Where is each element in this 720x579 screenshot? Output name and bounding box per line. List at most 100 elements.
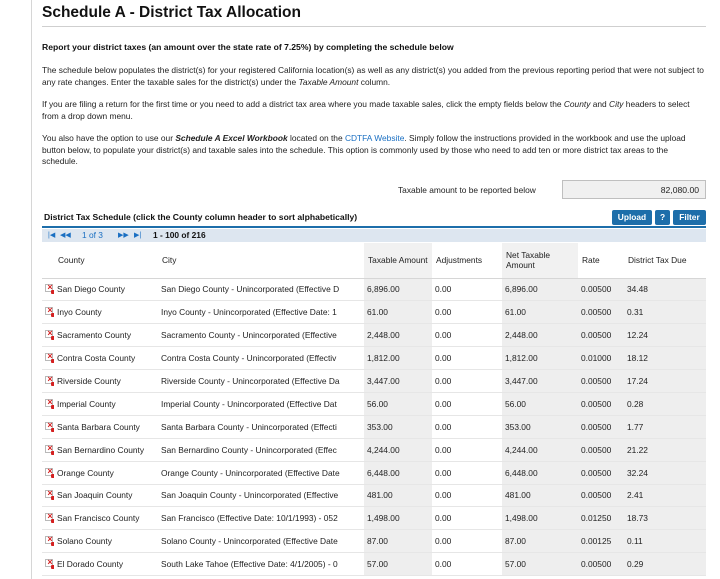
taxable-amount-cell[interactable]: 6,448.00 (364, 461, 432, 485)
city-cell[interactable]: San Diego County - Unincorporated (Effec… (158, 278, 364, 302)
rate-cell: 0.00500 (578, 552, 624, 577)
city-cell[interactable]: San Francisco (Effective Date: 10/1/1993… (158, 506, 364, 531)
adjustments-cell[interactable]: 0.00 (432, 438, 502, 462)
county-cell[interactable]: Inyo County (54, 300, 158, 325)
adjustments-cell[interactable]: 0.00 (432, 506, 502, 531)
county-cell[interactable]: San Joaquin County (54, 484, 158, 508)
taxable-amount-cell[interactable]: 353.00 (364, 415, 432, 439)
column-header-county[interactable]: County (54, 243, 158, 279)
county-cell[interactable]: Orange County (54, 461, 158, 485)
district-tax-due-cell: 0.31 (624, 300, 706, 325)
adjustments-cell[interactable]: 0.00 (432, 484, 502, 508)
city-cell[interactable]: Solano County - Unincorporated (Effectiv… (158, 529, 364, 554)
table-row: San Francisco CountySan Francisco (Effec… (42, 506, 706, 531)
adjustments-cell[interactable]: 0.00 (432, 369, 502, 393)
county-cell[interactable]: Riverside County (54, 369, 158, 393)
adjustments-cell[interactable]: 0.00 (432, 300, 502, 325)
county-cell[interactable]: San Francisco County (54, 506, 158, 531)
county-cell[interactable]: Santa Barbara County (54, 415, 158, 439)
net-taxable-amount-cell: 56.00 (502, 392, 578, 416)
instructions-paragraph-2: If you are filing a return for the first… (42, 99, 690, 121)
net-taxable-amount-cell: 1,498.00 (502, 506, 578, 531)
net-taxable-amount-cell: 87.00 (502, 529, 578, 554)
county-cell[interactable]: Contra Costa County (54, 346, 158, 371)
delete-row-icon[interactable] (45, 374, 54, 386)
filter-button[interactable]: Filter (673, 210, 706, 225)
taxable-amount-cell[interactable]: 6,896.00 (364, 278, 432, 302)
upload-button[interactable]: Upload (612, 210, 652, 225)
adjustments-cell[interactable]: 0.00 (432, 552, 502, 577)
next-page-icon[interactable]: ▶▶ (118, 231, 129, 239)
column-header-adjustments: Adjustments (432, 243, 502, 279)
delete-row-icon[interactable] (45, 557, 54, 570)
table-header-row: County City Taxable Amount Adjustments N… (42, 243, 706, 279)
city-cell[interactable]: San Joaquin County - Unincorporated (Eff… (158, 484, 364, 508)
adjustments-cell[interactable]: 0.00 (432, 346, 502, 371)
adjustments-cell[interactable]: 0.00 (432, 415, 502, 439)
delete-row-icon[interactable] (45, 282, 54, 295)
page-indicator[interactable]: 1 of 3 (82, 230, 103, 240)
city-cell[interactable]: Orange County - Unincorporated (Effectiv… (158, 461, 364, 485)
adjustments-cell[interactable]: 0.00 (432, 323, 502, 348)
county-cell[interactable]: Solano County (54, 529, 158, 554)
net-taxable-amount-cell: 3,447.00 (502, 369, 578, 393)
delete-row-icon[interactable] (45, 488, 54, 501)
city-cell[interactable]: Imperial County - Unincorporated (Effect… (158, 392, 364, 416)
rate-cell: 0.00500 (578, 369, 624, 393)
taxable-amount-cell[interactable]: 481.00 (364, 484, 432, 508)
city-cell[interactable]: Inyo County - Unincorporated (Effective … (158, 300, 364, 325)
city-cell[interactable]: Sacramento County - Unincorporated (Effe… (158, 323, 364, 348)
adjustments-cell[interactable]: 0.00 (432, 529, 502, 554)
taxable-amount-cell[interactable]: 2,448.00 (364, 323, 432, 348)
table-row: Sacramento CountySacramento County - Uni… (42, 323, 706, 348)
county-cell[interactable]: San Bernardino County (54, 438, 158, 462)
taxable-amount-cell[interactable]: 61.00 (364, 300, 432, 325)
adjustments-cell[interactable]: 0.00 (432, 461, 502, 485)
cdtfa-website-link[interactable]: CDTFA Website (345, 133, 404, 143)
city-cell[interactable]: Riverside County - Unincorporated (Effec… (158, 369, 364, 393)
rate-cell: 0.00500 (578, 392, 624, 416)
taxable-amount-cell[interactable]: 1,498.00 (364, 506, 432, 531)
delete-row-icon[interactable] (45, 351, 54, 364)
last-page-icon[interactable]: ▶| (134, 231, 141, 239)
table-row: Riverside CountyRiverside County - Uninc… (42, 369, 706, 393)
taxable-amount-cell[interactable]: 87.00 (364, 529, 432, 554)
taxable-amount-cell[interactable]: 4,244.00 (364, 438, 432, 462)
rate-cell: 0.00500 (578, 484, 624, 508)
net-taxable-amount-cell: 481.00 (502, 484, 578, 508)
county-cell[interactable]: Sacramento County (54, 323, 158, 348)
adjustments-cell[interactable]: 0.00 (432, 392, 502, 416)
first-page-icon[interactable]: |◀ (48, 231, 55, 239)
delete-row-icon[interactable] (45, 420, 54, 432)
delete-cell (42, 438, 54, 462)
delete-row-icon[interactable] (45, 397, 54, 409)
delete-row-icon[interactable] (45, 534, 54, 547)
county-cell[interactable]: San Diego County (54, 278, 158, 302)
taxable-amount-cell[interactable]: 56.00 (364, 392, 432, 416)
table-row: El Dorado CountySouth Lake Tahoe (Effect… (42, 552, 706, 577)
help-button[interactable]: ? (655, 210, 670, 225)
delete-row-icon[interactable] (45, 466, 54, 478)
city-cell[interactable]: San Bernardino County - Unincorporated (… (158, 438, 364, 462)
delete-column-header (42, 243, 54, 279)
taxable-amount-cell[interactable]: 3,447.00 (364, 369, 432, 393)
delete-row-icon[interactable] (45, 305, 54, 318)
column-header-taxable-amount: Taxable Amount (364, 243, 432, 279)
county-cell[interactable]: El Dorado County (54, 552, 158, 577)
schedule-title: District Tax Schedule (click the County … (44, 212, 358, 222)
city-cell[interactable]: Santa Barbara County - Unincorporated (E… (158, 415, 364, 439)
county-cell[interactable]: Imperial County (54, 392, 158, 416)
delete-row-icon[interactable] (45, 328, 54, 341)
city-cell[interactable]: South Lake Tahoe (Effective Date: 4/1/20… (158, 552, 364, 577)
left-border (31, 0, 32, 579)
city-cell[interactable]: Contra Costa County - Unincorporated (Ef… (158, 346, 364, 371)
delete-cell (42, 392, 54, 416)
delete-row-icon[interactable] (45, 511, 54, 524)
previous-page-icon[interactable]: ◀◀ (60, 231, 71, 239)
district-tax-due-cell: 12.24 (624, 323, 706, 348)
instructions-lead: Report your district taxes (an amount ov… (42, 42, 454, 52)
delete-row-icon[interactable] (45, 443, 54, 455)
taxable-amount-cell[interactable]: 1,812.00 (364, 346, 432, 371)
taxable-amount-cell[interactable]: 57.00 (364, 552, 432, 577)
adjustments-cell[interactable]: 0.00 (432, 278, 502, 302)
